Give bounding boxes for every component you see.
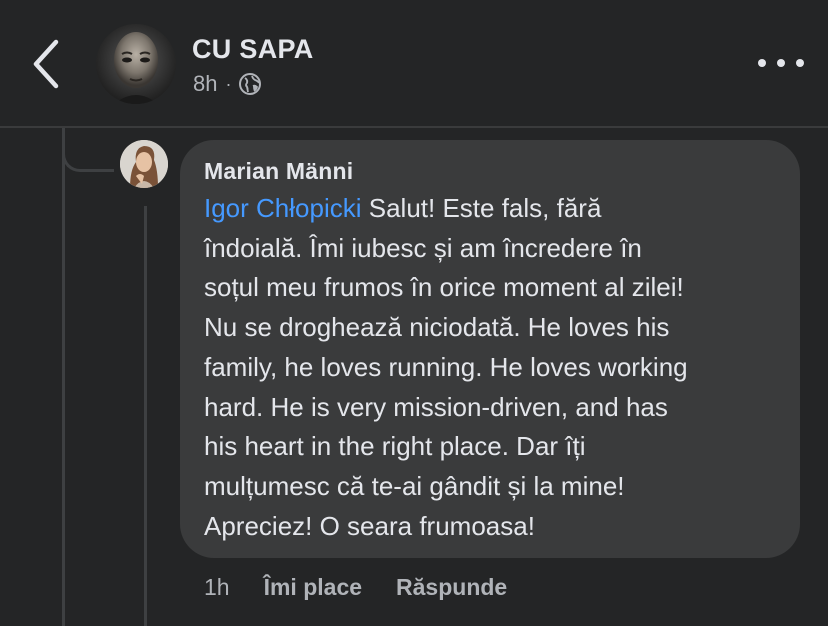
post-header: CU SAPA 8h · <box>0 0 828 126</box>
more-horizontal-icon-dot <box>777 59 785 67</box>
more-horizontal-icon <box>758 59 766 67</box>
comment-line: îndoială. Îmi iubesc și am încredere în <box>204 232 642 263</box>
globe-icon <box>238 72 262 96</box>
comment-text: Igor Chłopicki Salut! Este fals, fără în… <box>204 189 782 546</box>
comment-bubble[interactable]: Marian Männi Igor Chłopicki Salut! Este … <box>180 140 800 558</box>
author-avatar-image <box>96 24 176 104</box>
chevron-left-icon <box>33 39 59 89</box>
more-options-button[interactable] <box>758 50 804 76</box>
comment-line: his heart in the right place. Dar îți <box>204 431 586 462</box>
comment-line: family, he loves running. He loves worki… <box>204 351 688 382</box>
like-button[interactable]: Îmi place <box>264 574 362 601</box>
comment-time: 1h <box>204 573 230 600</box>
thread-connector <box>62 128 114 172</box>
reply-thread-line <box>144 206 147 626</box>
comment-line-text: Salut! Este fals, fără <box>361 193 602 223</box>
mention-link[interactable]: Igor Chłopicki <box>204 193 362 223</box>
post-time[interactable]: 8h <box>193 71 217 97</box>
author-avatar[interactable] <box>96 24 176 104</box>
post-meta: 8h · <box>193 71 262 97</box>
comment-line: mulțumesc că te-ai gândit și la mine! <box>204 470 625 501</box>
commenter-avatar[interactable] <box>120 140 168 188</box>
comment-line: Apreciez! O seara frumoasa! <box>204 510 535 541</box>
back-button[interactable] <box>28 36 68 92</box>
comment-line: hard. He is very mission-driven, and has <box>204 391 668 422</box>
author-name[interactable]: CU SAPA <box>192 34 314 65</box>
commenter-avatar-image <box>120 140 168 188</box>
comment-line: soțul meu frumos în orice moment al zile… <box>204 272 684 303</box>
comment-actions: 1h Îmi place Răspunde <box>204 570 541 604</box>
more-horizontal-icon-dot <box>796 59 804 67</box>
commenter-name[interactable]: Marian Männi <box>204 158 776 185</box>
comment-line: Igor Chłopicki Salut! Este fals, fără <box>204 189 782 229</box>
post-comments-screen: CU SAPA 8h · Marian Männi Igor Chłopicki… <box>0 0 828 626</box>
header-divider <box>0 126 828 128</box>
comment-line: Nu se droghează niciodată. He loves his <box>204 312 670 343</box>
meta-separator: · <box>225 73 232 94</box>
thread-line <box>62 128 65 626</box>
reply-button[interactable]: Răspunde <box>396 574 507 601</box>
